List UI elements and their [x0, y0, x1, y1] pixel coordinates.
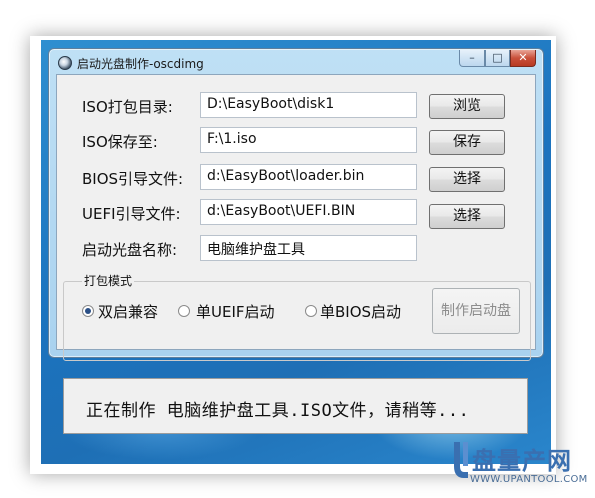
- bios-boot-label: BIOS引导文件:: [82, 170, 184, 188]
- disc-name-input[interactable]: 电脑维护盘工具: [200, 235, 417, 261]
- make-boot-disc-button[interactable]: 制作启动盘: [432, 288, 520, 334]
- radio-dual-boot-label[interactable]: 双启兼容: [98, 301, 158, 322]
- disc-icon: [58, 56, 72, 70]
- save-button[interactable]: 保存: [429, 130, 505, 155]
- iso-dir-input[interactable]: D:\EasyBoot\disk1: [200, 92, 417, 118]
- close-button[interactable]: ✕: [510, 50, 536, 67]
- radio-dual-boot[interactable]: [82, 305, 94, 317]
- title-bar[interactable]: 启动光盘制作-oscdimg – □ ✕: [49, 49, 543, 75]
- iso-dir-label: ISO打包目录:: [82, 98, 173, 116]
- browse-button[interactable]: 浏览: [429, 94, 505, 119]
- window-title: 启动光盘制作-oscdimg: [77, 57, 204, 71]
- radio-uefi-only-label[interactable]: 单UEIF启动: [196, 301, 275, 322]
- pack-mode-title: 打包模式: [82, 272, 135, 289]
- radio-bios-only[interactable]: [305, 305, 317, 317]
- disc-name-label: 启动光盘名称:: [82, 241, 178, 259]
- uefi-boot-input[interactable]: d:\EasyBoot\UEFI.BIN: [200, 199, 417, 225]
- bios-select-button[interactable]: 选择: [429, 167, 505, 192]
- watermark-brand: 盘量产网: [472, 447, 572, 475]
- radio-bios-only-label[interactable]: 单BIOS启动: [320, 301, 401, 322]
- iso-save-input[interactable]: F:\1.iso: [200, 127, 417, 153]
- maximize-button[interactable]: □: [485, 50, 510, 67]
- uefi-select-button[interactable]: 选择: [429, 204, 505, 229]
- status-text: 正在制作 电脑维护盘工具.ISO文件，请稍等...: [86, 401, 470, 421]
- watermark-url: WWW.UPANTOOL.COM: [470, 474, 588, 485]
- bios-boot-input[interactable]: d:\EasyBoot\loader.bin: [200, 164, 417, 190]
- uefi-boot-label: UEFI引导文件:: [82, 205, 181, 223]
- watermark-logo-icon: [454, 442, 468, 478]
- radio-uefi-only[interactable]: [178, 305, 190, 317]
- iso-save-label: ISO保存至:: [82, 133, 158, 151]
- minimize-button[interactable]: –: [459, 50, 485, 67]
